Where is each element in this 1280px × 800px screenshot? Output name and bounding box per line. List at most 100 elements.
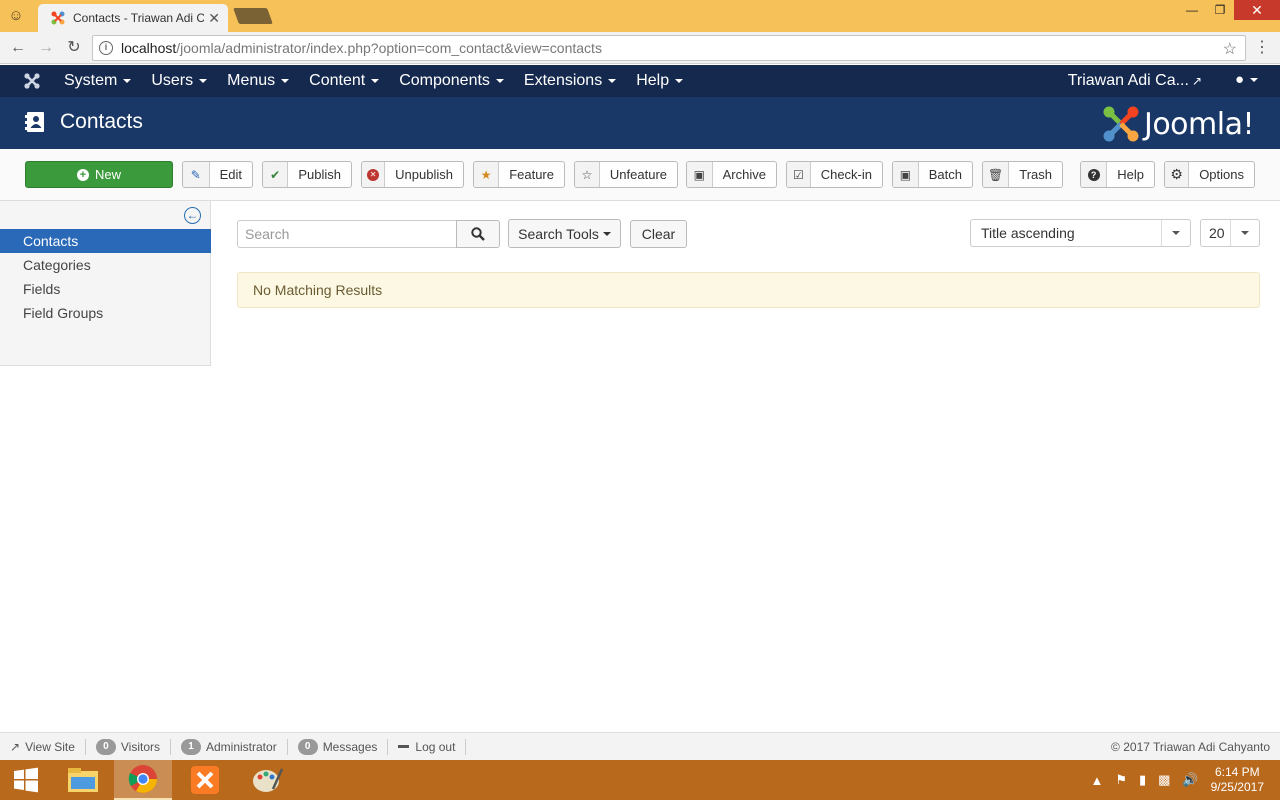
tab-title: Contacts - Triawan Adi C: [73, 11, 205, 25]
bookmark-star-icon[interactable]: ☆: [1223, 39, 1237, 59]
browser-titlebar: ☺ Contacts - Triawan Adi C ✕ — ❐ ✕: [0, 0, 1280, 32]
reload-icon[interactable]: ↻: [64, 38, 84, 58]
sidebar-item-contacts[interactable]: Contacts: [0, 229, 211, 253]
sidebar-item-categories[interactable]: Categories: [0, 253, 211, 277]
joomla-favicon-icon: [51, 11, 65, 25]
minus-icon: [398, 745, 410, 748]
joomla-logo-icon: [1103, 106, 1139, 142]
batch-icon: ▣: [893, 162, 919, 187]
submenu-sidebar: ← Contacts Categories Fields Field Group…: [0, 201, 211, 366]
search-button[interactable]: [456, 220, 500, 248]
admin-status-bar: ↗ View Site 0 Visitors 1 Administrator 0 Mes…: [0, 732, 1280, 760]
search-tools-button[interactable]: Search Tools: [508, 219, 621, 248]
chevron-up-icon[interactable]: ▲: [1090, 773, 1103, 788]
paint-taskbar-icon[interactable]: [238, 760, 296, 800]
incognito-icon: ☺: [8, 7, 24, 24]
windows-taskbar: ▲ ⚑ ▮ ▩ 🔊 6:14 PM 9/25/2017: [0, 760, 1280, 800]
no-results-alert: No Matching Results: [237, 272, 1260, 308]
browser-tab[interactable]: Contacts - Triawan Adi C ✕: [38, 4, 228, 32]
checkin-button[interactable]: ☑ Check-in: [786, 161, 883, 188]
view-site-link[interactable]: ↗ View Site: [0, 738, 86, 755]
search-input[interactable]: Search: [237, 220, 457, 248]
joomla-logo: Joomla!: [1102, 105, 1255, 143]
address-book-icon: [25, 112, 44, 132]
edit-icon: ✎: [183, 162, 210, 187]
joomla-logo-text: Joomla!: [1143, 106, 1255, 142]
unpublish-icon: ✕: [362, 162, 386, 187]
new-tab-button[interactable]: [233, 8, 273, 24]
external-link-icon: ↗: [1191, 74, 1202, 88]
plus-icon: +: [76, 168, 89, 181]
external-link-icon: ↗: [10, 739, 21, 754]
options-button[interactable]: ⚙ Options: [1164, 161, 1255, 188]
copyright-text: © 2017 Triawan Adi Cahyanto: [1111, 740, 1270, 754]
url-path: /joomla/administrator/index.php?option=c…: [176, 40, 602, 56]
menu-components[interactable]: Components: [399, 72, 504, 90]
volume-icon[interactable]: 🔊: [1182, 772, 1198, 788]
start-button[interactable]: [0, 760, 52, 800]
visitors-status: 0 Visitors: [86, 738, 171, 755]
archive-button[interactable]: ▣ Archive: [686, 161, 777, 188]
admin-menu: System Users Menus Content Components Ex…: [64, 72, 703, 90]
sort-select[interactable]: Title ascending: [970, 219, 1191, 247]
sidebar-item-field-groups[interactable]: Field Groups: [0, 301, 211, 325]
joomla-brand-icon[interactable]: [0, 65, 64, 97]
administrator-status: 1 Administrator: [171, 738, 288, 755]
windows-logo-icon: [14, 767, 38, 793]
action-toolbar: + New ✎ Edit ✔ Publish ✕ Unpublish ★ Feature …: [0, 149, 1280, 201]
messages-link[interactable]: 0 Messages: [288, 738, 389, 755]
admin-navbar: System Users Menus Content Components Ex…: [0, 65, 1280, 97]
logout-link[interactable]: Log out: [388, 738, 467, 755]
list-limit-select[interactable]: 20: [1200, 219, 1260, 247]
menu-users[interactable]: Users: [151, 72, 208, 90]
minimize-icon[interactable]: —: [1178, 0, 1206, 20]
browser-menu-icon[interactable]: ⋮: [1254, 38, 1270, 58]
star-icon: ★: [474, 162, 500, 187]
menu-menus[interactable]: Menus: [227, 72, 290, 90]
flag-icon[interactable]: ⚑: [1115, 772, 1127, 788]
info-icon[interactable]: i: [99, 41, 113, 55]
address-bar[interactable]: i localhost/joomla/administrator/index.p…: [92, 35, 1246, 61]
taskbar-clock[interactable]: 6:14 PM 9/25/2017: [1211, 765, 1264, 795]
archive-icon: ▣: [687, 162, 713, 187]
network-icon[interactable]: ▩: [1158, 772, 1170, 788]
battery-icon[interactable]: ▮: [1139, 772, 1146, 788]
window-close-icon[interactable]: ✕: [1234, 0, 1280, 20]
user-menu-icon[interactable]: ●: [1235, 71, 1258, 88]
system-tray: ▲ ⚑ ▮ ▩ 🔊 6:14 PM 9/25/2017: [1090, 760, 1280, 800]
forward-arrow-icon[interactable]: →: [36, 38, 56, 58]
menu-extensions[interactable]: Extensions: [524, 72, 617, 90]
back-arrow-icon[interactable]: ←: [8, 38, 28, 58]
url-host: localhost: [121, 40, 177, 56]
maximize-icon[interactable]: ❐: [1206, 0, 1234, 20]
file-explorer-taskbar-icon[interactable]: [54, 760, 112, 800]
unpublish-button[interactable]: ✕ Unpublish: [361, 161, 464, 188]
check-icon: ✔: [263, 162, 289, 187]
page-title: Contacts: [60, 110, 143, 133]
gear-icon: ⚙: [1165, 162, 1190, 187]
chrome-taskbar-icon[interactable]: [114, 760, 172, 800]
new-button[interactable]: + New: [25, 161, 173, 188]
help-button[interactable]: ? Help: [1080, 161, 1155, 188]
menu-system[interactable]: System: [64, 72, 132, 90]
site-name-link[interactable]: Triawan Adi Ca... ↗: [1068, 72, 1202, 90]
messages-count-badge: 0: [297, 738, 318, 755]
publish-button[interactable]: ✔ Publish: [262, 161, 352, 188]
browser-toolbar: ← → ↻ i localhost/joomla/administrator/i…: [0, 32, 1280, 64]
checkbox-icon: ☑: [787, 162, 811, 187]
sidebar-item-fields[interactable]: Fields: [0, 277, 211, 301]
unfeature-button[interactable]: ☆ Unfeature: [574, 161, 678, 188]
trash-icon: 🗑: [983, 162, 1010, 187]
feature-button[interactable]: ★ Feature: [473, 161, 565, 188]
trash-button[interactable]: 🗑 Trash: [982, 161, 1063, 188]
edit-button[interactable]: ✎ Edit: [182, 161, 253, 188]
star-outline-icon: ☆: [575, 162, 600, 187]
xampp-taskbar-icon[interactable]: [176, 760, 234, 800]
menu-help[interactable]: Help: [636, 72, 684, 90]
menu-content[interactable]: Content: [309, 72, 380, 90]
window-controls: — ❐ ✕: [1178, 0, 1280, 22]
clear-button[interactable]: Clear: [630, 220, 687, 248]
batch-button[interactable]: ▣ Batch: [892, 161, 973, 188]
sidebar-collapse-icon[interactable]: ←: [184, 207, 201, 224]
close-tab-icon[interactable]: ✕: [208, 10, 220, 27]
